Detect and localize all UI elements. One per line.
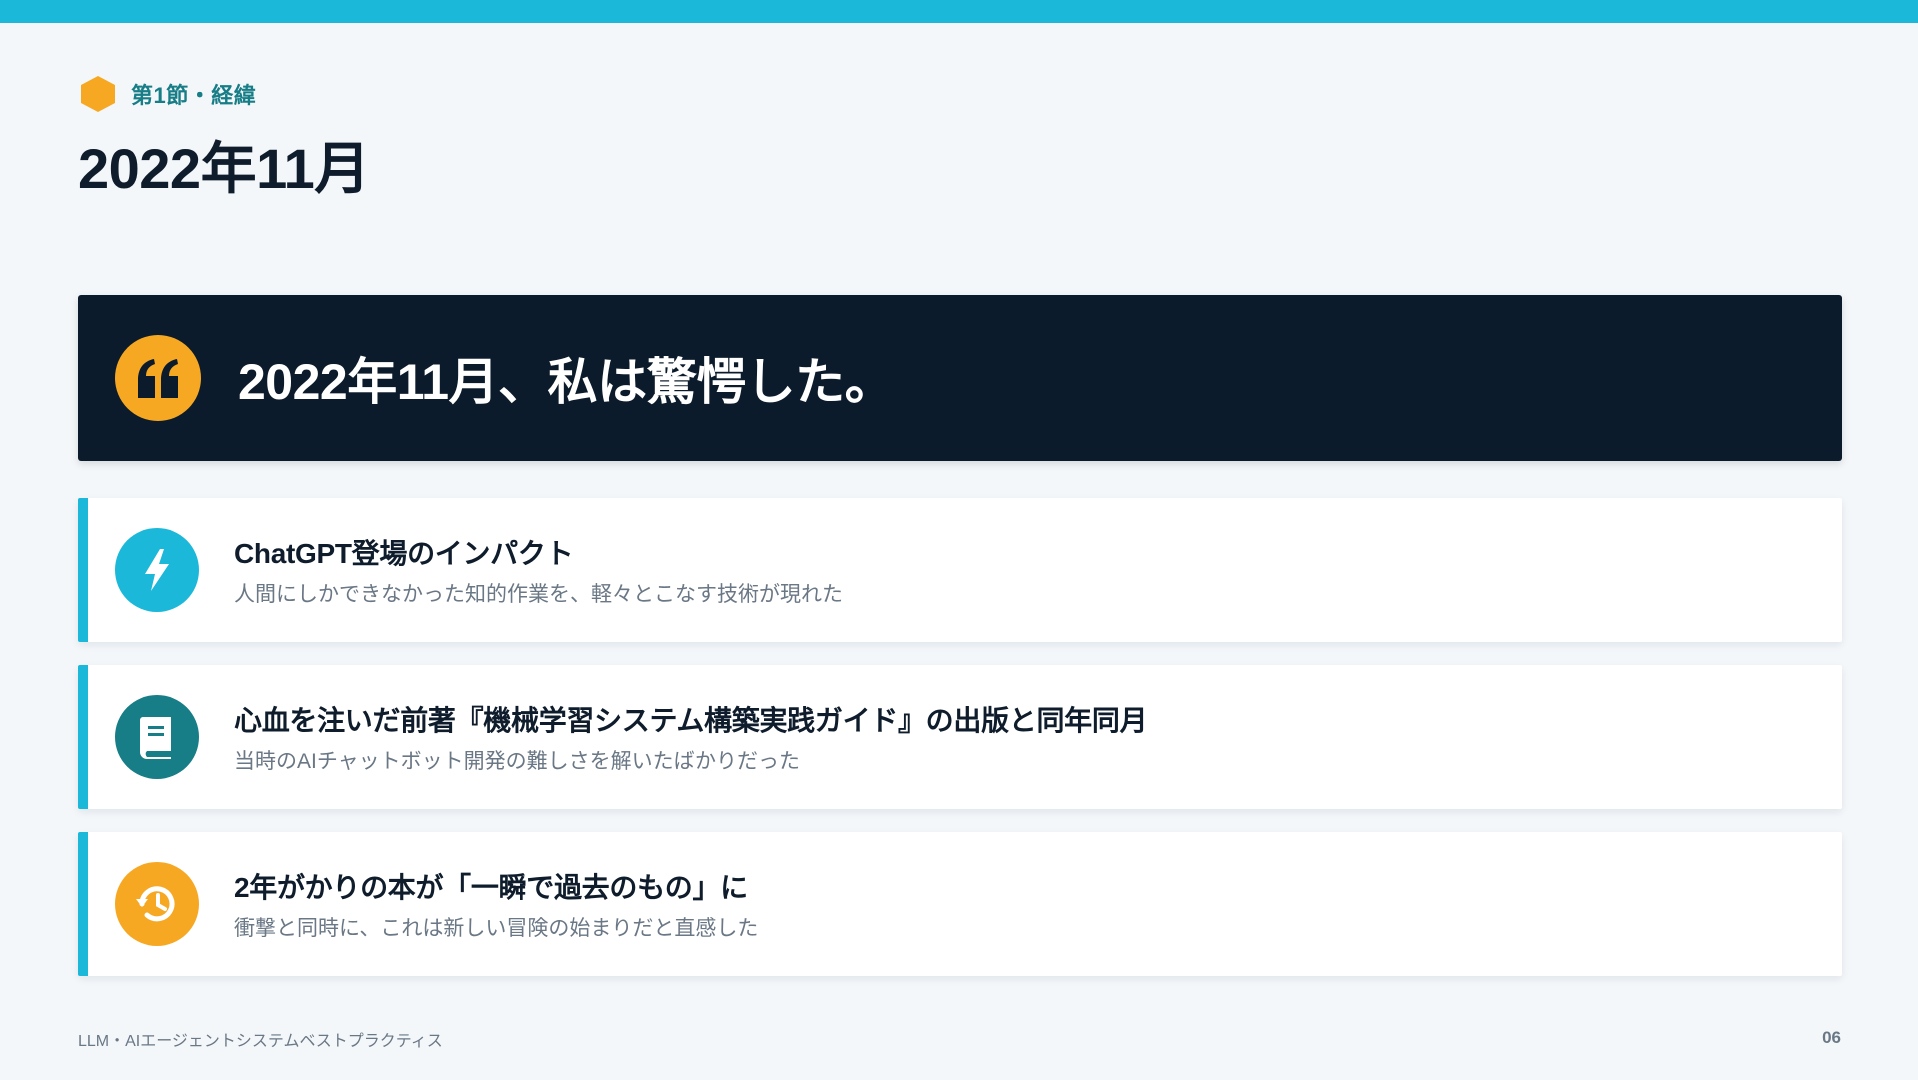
card-subtitle: 人間にしかできなかった知的作業を、軽々とこなす技術が現れた [234, 583, 843, 606]
card-title: 心血を注いだ前著『機械学習システム構築実践ガイド』の出版と同年同月 [234, 705, 1148, 736]
hero-quote-banner: 2022年11月、私は驚愕した。 [78, 295, 1842, 461]
card-book-obsolete: 2年がかりの本が「一瞬で過去のもの」に 衝撃と同時に、これは新しい冒険の始まりだ… [78, 832, 1842, 976]
card-title: 2年がかりの本が「一瞬で過去のもの」に [234, 872, 748, 903]
page-title: 2022年11月 [78, 137, 370, 200]
card-previous-book: 心血を注いだ前著『機械学習システム構築実践ガイド』の出版と同年同月 当時のAIチ… [78, 665, 1842, 809]
lightning-icon [115, 528, 199, 612]
top-accent-bar [0, 0, 1918, 23]
footer-series-title: LLM・AIエージェントシステムベストプラクティス [78, 1033, 443, 1050]
section-label-text: 第1節・経緯 [131, 83, 257, 108]
card-subtitle: 当時のAIチャットボット開発の難しさを解いたばかりだった [234, 750, 801, 773]
book-icon [115, 695, 199, 779]
section-label: 第1節・経緯 [78, 75, 256, 113]
card-subtitle: 衝撃と同時に、これは新しい冒険の始まりだと直感した [234, 917, 759, 940]
card-chatgpt-impact: ChatGPT登場のインパクト 人間にしかできなかった知的作業を、軽々とこなす技… [78, 498, 1842, 642]
card-title: ChatGPT登場のインパクト [234, 538, 574, 569]
quote-icon [115, 335, 201, 421]
page-number: 06 [1822, 1028, 1841, 1047]
history-icon [115, 862, 199, 946]
hexagon-icon [81, 76, 115, 112]
hero-quote-text: 2022年11月、私は驚愕した。 [238, 354, 895, 410]
